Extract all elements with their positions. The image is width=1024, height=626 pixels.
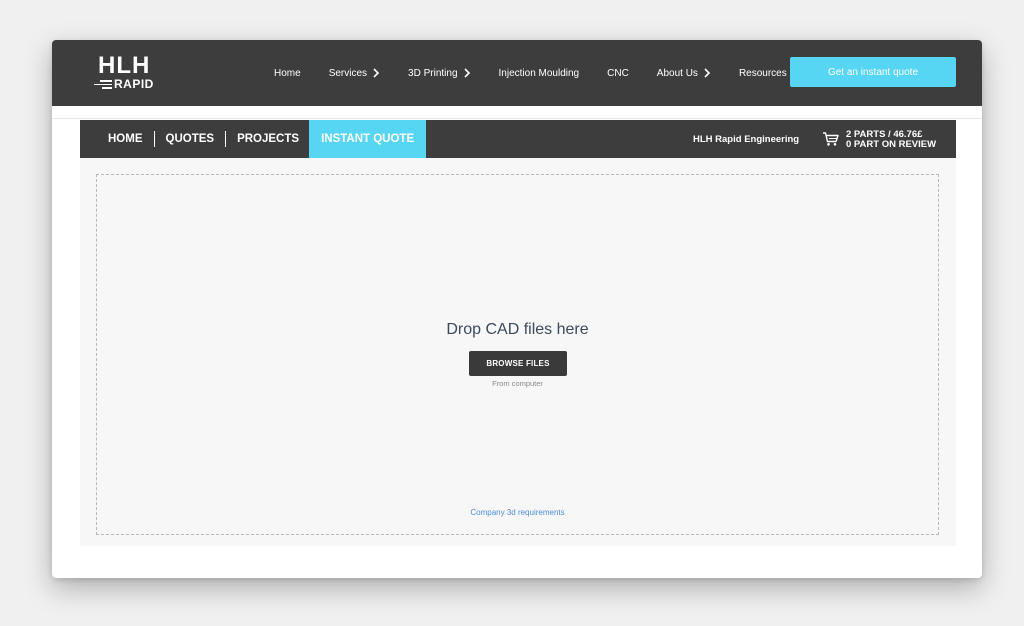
drop-zone-title: Drop CAD files here xyxy=(446,321,589,338)
logo-text-rapid: RAPID xyxy=(114,77,154,91)
cart-parts-review: 0 PART ON REVIEW xyxy=(846,139,937,150)
cad-drop-zone[interactable]: Drop CAD files here BROWSE FILES From co… xyxy=(96,174,939,535)
subnav-quotes[interactable]: QUOTES xyxy=(166,120,215,158)
sub-nav-bar: HOME QUOTES PROJECTS INSTANT QUOTE HLH R… xyxy=(80,120,956,158)
top-header: HLH RAPID Home Services 3D Printing Inje… xyxy=(52,40,982,106)
nav-cnc-label: CNC xyxy=(607,67,629,79)
nav-injection-moulding[interactable]: Injection Moulding xyxy=(499,68,580,79)
main-content: Drop CAD files here BROWSE FILES From co… xyxy=(80,158,956,546)
nav-3d-printing[interactable]: 3D Printing xyxy=(408,68,470,79)
nav-cnc[interactable]: CNC xyxy=(607,68,629,79)
nav-home-label: Home xyxy=(274,67,301,79)
nav-services[interactable]: Services xyxy=(329,68,380,79)
nav-about-us-label: About Us xyxy=(656,67,698,79)
subnav-instant-quote[interactable]: INSTANT QUOTE xyxy=(309,120,427,158)
browse-files-button[interactable]: BROWSE FILES xyxy=(469,351,567,376)
subnav-projects[interactable]: PROJECTS xyxy=(237,120,299,158)
sub-nav: HOME QUOTES PROJECTS INSTANT QUOTE xyxy=(80,120,427,158)
nav-about-us[interactable]: About Us xyxy=(657,68,711,79)
from-computer-label: From computer xyxy=(492,379,543,388)
nav-injection-moulding-label: Injection Moulding xyxy=(498,67,580,79)
main-nav: Home Services 3D Printing Injection Moul… xyxy=(274,40,828,106)
cart-summary[interactable]: 2 PARTS / 46.76£ 0 PART ON REVIEW xyxy=(846,130,936,150)
nav-home[interactable]: Home xyxy=(274,68,301,79)
chevron-right-icon xyxy=(373,68,380,78)
logo-speed-lines xyxy=(92,80,112,89)
nav-3d-printing-label: 3D Printing xyxy=(408,67,458,79)
subnav-separator xyxy=(153,131,155,147)
nav-resources-label: Resources xyxy=(738,67,787,79)
browser-window: HLH RAPID Home Services 3D Printing Inje… xyxy=(52,40,982,578)
chevron-right-icon xyxy=(463,68,470,78)
hlh-rapid-logo[interactable]: HLH RAPID xyxy=(92,54,162,94)
company-name[interactable]: HLH Rapid Engineering xyxy=(693,120,799,158)
shopping-cart-icon[interactable] xyxy=(822,131,840,147)
company-3d-requirements-link[interactable]: Company 3d requirements xyxy=(97,508,938,517)
nav-services-label: Services xyxy=(328,67,368,79)
get-instant-quote-button[interactable]: Get an instant quote xyxy=(790,57,956,87)
subnav-home[interactable]: HOME xyxy=(108,120,143,158)
subnav-separator xyxy=(225,131,227,147)
logo-text-hlh: HLH xyxy=(98,52,151,79)
header-divider xyxy=(52,118,982,119)
chevron-right-icon xyxy=(704,68,711,78)
